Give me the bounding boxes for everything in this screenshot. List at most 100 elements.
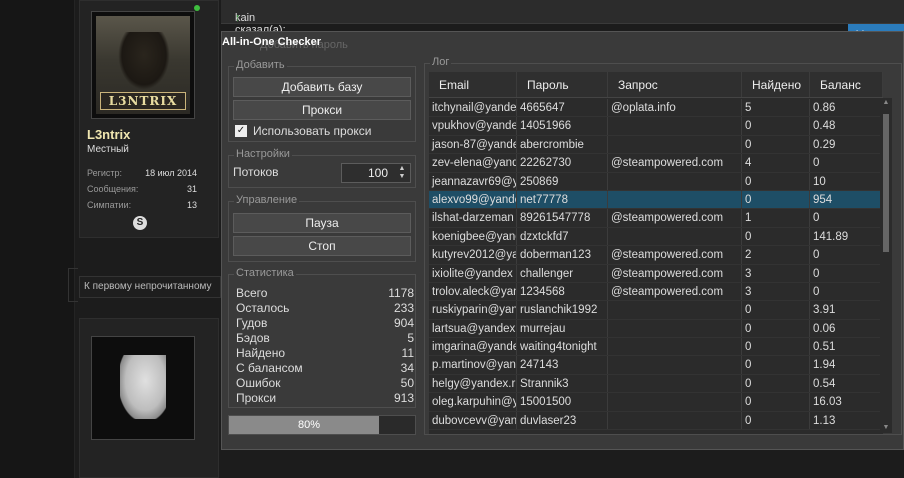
table-row[interactable]: helgy@yandex.ru Strannik3 0 0.54 — [429, 374, 883, 394]
skype-icon[interactable]: S — [133, 216, 147, 230]
cell-found: 0 — [742, 393, 810, 411]
table-row[interactable]: lartsua@yandex murrejau 0 0.06 — [429, 319, 883, 339]
cell-found: 0 — [742, 356, 810, 374]
avatar[interactable]: L3NTRIX — [91, 11, 195, 119]
log-table-header: Email Пароль Запрос Найдено Баланс — [429, 72, 883, 98]
control-group: Управление Пауза Стоп — [228, 194, 416, 262]
cell-request — [608, 172, 742, 190]
log-scrollbar[interactable]: ▲ ▼ — [880, 98, 892, 433]
proxy-button[interactable]: Прокси — [233, 100, 411, 120]
cell-balance: 0 — [810, 264, 883, 282]
user-stat-likes: Симпатии: 13 — [87, 200, 197, 210]
table-row[interactable]: ilshat-darzeman 89261547778 @steampowered.… — [429, 209, 883, 228]
cell-request — [608, 374, 742, 393]
table-row[interactable]: dubovcevv@yandexduvlaser23 01.13 — [429, 411, 883, 431]
column-request[interactable]: Запрос — [608, 72, 742, 97]
cell-request: @steampowered.com — [608, 282, 742, 301]
cell-balance: 0.51 — [810, 338, 883, 356]
cell-email: imgarina@yandex — [429, 338, 517, 356]
cell-found: 5 — [742, 99, 810, 117]
table-row[interactable]: ixiolite@yandex challenger @steampowered.c… — [429, 264, 883, 283]
column-found[interactable]: Найдено — [742, 72, 810, 97]
cell-email: ixiolite@yandex — [429, 264, 517, 282]
column-email[interactable]: Email — [429, 72, 517, 97]
cell-balance: 0.06 — [810, 319, 883, 338]
quote-jump-arrow-icon[interactable]: ↑ — [235, 12, 241, 24]
cell-password: duvlaser23 — [517, 411, 608, 430]
column-balance[interactable]: Баланс — [810, 72, 883, 97]
cell-email: ruskiyparin@yandex — [429, 301, 517, 319]
cell-balance: 1.13 — [810, 411, 883, 430]
table-row[interactable]: jeannazavr69@yandex250869 010 — [429, 172, 883, 191]
cell-password: 4665647 — [517, 99, 608, 117]
cell-email: oleg.karpuhin@yandex — [429, 393, 517, 411]
cell-request: @steampowered.com — [608, 154, 742, 172]
table-row[interactable]: oleg.karpuhin@yandex15001500 016.03 — [429, 393, 883, 412]
cell-email: zev-elena@yandex — [429, 154, 517, 172]
add-base-button[interactable]: Добавить базу — [233, 77, 411, 97]
cell-password: doberman123 — [517, 246, 608, 264]
add-group: Добавить Добавить базу Прокси ✓ Использо… — [228, 59, 416, 142]
avatar-image: L3NTRIX — [96, 16, 190, 114]
cell-request — [608, 411, 742, 430]
cell-found: 0 — [742, 319, 810, 338]
cell-found: 0 — [742, 374, 810, 393]
username[interactable]: L3ntrix — [87, 127, 130, 142]
cell-request — [608, 338, 742, 356]
scroll-up-icon[interactable]: ▲ — [880, 98, 892, 108]
log-group-title: Лог — [430, 56, 452, 68]
cell-found: 3 — [742, 282, 810, 301]
table-row[interactable]: ruskiyparin@yandexruslanchik1992 03.91 — [429, 301, 883, 320]
cell-balance: 0.54 — [810, 374, 883, 393]
cell-request: @oplata.info — [608, 99, 742, 117]
cell-found: 3 — [742, 264, 810, 282]
pause-button[interactable]: Пауза — [233, 213, 411, 233]
avatar-logo-text: L3NTRIX — [100, 92, 186, 110]
cell-request — [608, 301, 742, 319]
table-row[interactable]: jason-87@yandex abercrombie 0 0.29 — [429, 135, 883, 155]
scroll-thumb[interactable] — [883, 114, 889, 252]
stop-button[interactable]: Стоп — [233, 236, 411, 256]
cell-found: 0 — [742, 190, 810, 209]
cell-password: net77778 — [517, 190, 608, 209]
stat-goods: Гудов 904 — [236, 316, 414, 330]
threads-value[interactable]: 100 — [368, 166, 388, 180]
stepper-arrows-icon[interactable]: ▲ ▼ — [396, 165, 408, 181]
table-row[interactable]: koenigbee@yandexdzxtckfd7 0141.89 — [429, 227, 883, 247]
cell-found: 2 — [742, 246, 810, 264]
table-row[interactable]: itchynail@yandex 4665647 @oplata.info 5 0.86 — [429, 99, 883, 118]
user-stat-messages: Сообщения: 31 — [87, 184, 197, 194]
default-avatar[interactable] — [91, 336, 195, 440]
table-row[interactable]: kutyrev2012@yandexdoberman123@steampower… — [429, 246, 883, 265]
control-group-title: Управление — [234, 194, 300, 206]
cell-balance: 141.89 — [810, 227, 883, 246]
scroll-down-icon[interactable]: ▼ — [880, 423, 892, 433]
cell-balance: 0 — [810, 209, 883, 227]
table-row[interactable]: vpukhov@yandex 14051966 0 0.48 — [429, 117, 883, 136]
cell-found: 0 — [742, 117, 810, 135]
cell-email: kutyrev2012@yandex — [429, 246, 517, 264]
cell-password: dzxtckfd7 — [517, 227, 608, 246]
table-row[interactable]: zev-elena@yandex22262730@steampowered.co… — [429, 154, 883, 173]
cell-password: ruslanchik1992 — [517, 301, 608, 319]
cell-found: 0 — [742, 135, 810, 154]
cell-balance: 0 — [810, 154, 883, 172]
table-row[interactable]: trolov.aleck@yandex1234568@steampowered.… — [429, 282, 883, 302]
window-title: All-in-One Checker — [222, 36, 322, 48]
cell-email: jeannazavr69@yandex — [429, 172, 517, 190]
column-password[interactable]: Пароль — [517, 72, 608, 97]
stats-group-title: Статистика — [234, 267, 296, 279]
cell-found: 0 — [742, 411, 810, 430]
stat-with-balance: С балансом 34 — [236, 361, 414, 375]
cell-request — [608, 356, 742, 374]
cell-email: vpukhov@yandex — [429, 117, 517, 135]
table-row[interactable]: p.martinov@yandex247143 01.94 — [429, 356, 883, 375]
cell-balance: 0.29 — [810, 135, 883, 154]
first-unread-link[interactable]: К первому непрочитанному — [79, 276, 221, 298]
table-row[interactable]: alexvo99@yandexnet77778 0954 — [429, 190, 883, 210]
threads-stepper[interactable]: 100 ▲ ▼ — [341, 163, 411, 183]
table-row[interactable]: imgarina@yandex waiting4tonight 0 0.51 — [429, 338, 883, 357]
checkbox-checked-icon[interactable]: ✓ — [235, 125, 247, 137]
cell-email: dubovcevv@yandex — [429, 411, 517, 430]
use-proxy-checkbox[interactable]: ✓ Использовать прокси — [235, 124, 372, 138]
